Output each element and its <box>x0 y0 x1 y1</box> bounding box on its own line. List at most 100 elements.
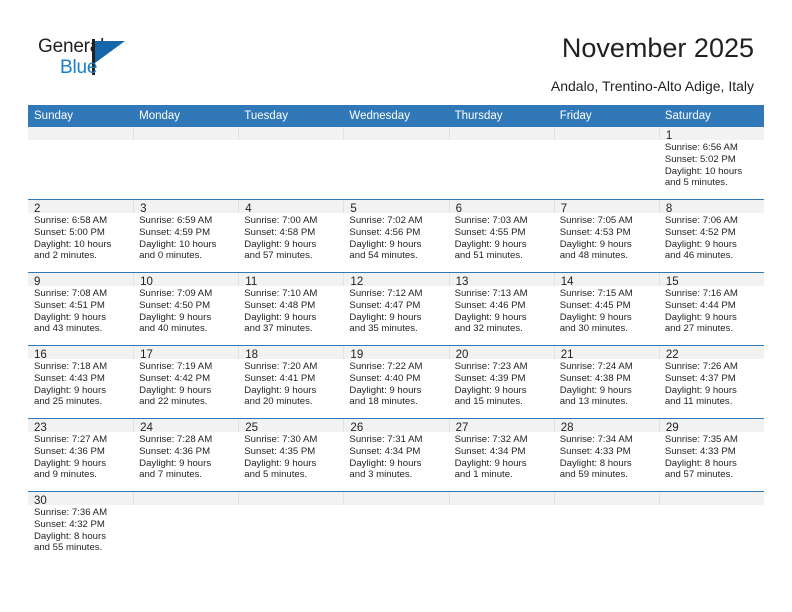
day-cell-inner: 5 Sunrise: 7:02 AM Sunset: 4:56 PM Daylight… <box>343 200 449 272</box>
day-cell-inner: 15 Sunrise: 7:16 AM Sunset: 4:44 PM Dayligh… <box>658 273 764 345</box>
day-cell-inner: 8 Sunrise: 7:06 AM Sunset: 4:52 PM Daylight… <box>658 200 764 272</box>
day-sun-info: Sunrise: 7:34 AM Sunset: 4:33 PM Daylight:… <box>554 432 659 481</box>
daylight-text: Daylight: 10 hours <box>34 238 112 250</box>
calendar-day-cell[interactable]: 19 Sunrise: 7:22 AM Sunset: 4:40 PM Dayligh… <box>343 345 449 419</box>
day-cell-inner: 29 Sunrise: 7:35 AM Sunset: 4:33 PM Dayligh… <box>658 419 764 491</box>
calendar-day-cell[interactable]: 12 Sunrise: 7:12 AM Sunset: 4:47 PM Dayligh… <box>343 272 449 346</box>
day-number: 14 <box>553 273 659 288</box>
daylight-text: Daylight: 9 hours <box>454 311 527 323</box>
calendar-day-cell[interactable]: 30 Sunrise: 7:36 AM Sunset: 4:32 PM Dayligh… <box>28 491 134 564</box>
sunrise-text: Sunrise: 7:35 AM <box>664 434 738 445</box>
sunrise-text: Sunrise: 7:09 AM <box>139 288 213 299</box>
day-cell-inner: 18 Sunrise: 7:20 AM Sunset: 4:41 PM Dayligh… <box>238 346 344 418</box>
calendar-day-cell[interactable]: 17 Sunrise: 7:19 AM Sunset: 4:42 PM Dayligh… <box>133 345 239 419</box>
day-cell-inner: 24 Sunrise: 7:28 AM Sunset: 4:36 PM Dayligh… <box>133 419 239 491</box>
calendar-day-cell[interactable]: 15 Sunrise: 7:16 AM Sunset: 4:44 PM Dayligh… <box>658 272 764 346</box>
calendar-day-cell[interactable]: 1 Sunrise: 6:56 AM Sunset: 5:02 PM Daylight… <box>658 127 764 200</box>
calendar-day-cell[interactable]: 7 Sunrise: 7:05 AM Sunset: 4:53 PM Daylight… <box>553 199 659 273</box>
calendar-day-cell[interactable]: 24 Sunrise: 7:28 AM Sunset: 4:36 PM Dayligh… <box>133 418 239 492</box>
day-cell-inner: 28 Sunrise: 7:34 AM Sunset: 4:33 PM Dayligh… <box>553 419 659 491</box>
sunset-text: Sunset: 4:35 PM <box>244 445 316 457</box>
daylight-text-cont: and 54 minutes. <box>349 250 418 262</box>
day-number <box>343 492 449 505</box>
calendar-week-row: 30 Sunrise: 7:36 AM Sunset: 4:32 PM Dayligh… <box>28 491 764 564</box>
day-number: 10 <box>133 273 239 288</box>
sunrise-text: Sunrise: 7:02 AM <box>349 215 423 226</box>
calendar-day-cell[interactable]: 18 Sunrise: 7:20 AM Sunset: 4:41 PM Dayligh… <box>238 345 344 419</box>
daylight-text: Daylight: 9 hours <box>244 457 317 469</box>
calendar-week-row: 9 Sunrise: 7:08 AM Sunset: 4:51 PM Daylight… <box>28 272 764 346</box>
day-sun-info: Sunrise: 6:56 AM Sunset: 5:02 PM Daylight:… <box>659 140 764 189</box>
sunset-text: Sunset: 4:38 PM <box>559 372 631 384</box>
day-number: 28 <box>553 419 659 434</box>
day-cell-inner: 16 Sunrise: 7:18 AM Sunset: 4:43 PM Dayligh… <box>28 346 134 418</box>
day-cell-inner: 25 Sunrise: 7:30 AM Sunset: 4:35 PM Dayligh… <box>238 419 344 491</box>
day-sun-info: Sunrise: 7:32 AM Sunset: 4:34 PM Daylight:… <box>449 432 554 481</box>
calendar-day-cell[interactable]: 11 Sunrise: 7:10 AM Sunset: 4:48 PM Dayligh… <box>238 272 344 346</box>
calendar-day-cell[interactable]: 26 Sunrise: 7:31 AM Sunset: 4:34 PM Dayligh… <box>343 418 449 492</box>
calendar-empty-cell <box>238 127 344 200</box>
sunset-text: Sunset: 4:59 PM <box>139 226 211 238</box>
daylight-text: Daylight: 9 hours <box>349 238 422 250</box>
calendar-day-cell[interactable]: 6 Sunrise: 7:03 AM Sunset: 4:55 PM Daylight… <box>448 199 554 273</box>
daylight-text: Daylight: 9 hours <box>454 384 527 396</box>
calendar-day-cell[interactable]: 2 Sunrise: 6:58 AM Sunset: 5:00 PM Daylight… <box>28 199 134 273</box>
day-sun-info: Sunrise: 7:24 AM Sunset: 4:38 PM Daylight:… <box>554 359 659 408</box>
sunset-text: Sunset: 4:40 PM <box>349 372 421 384</box>
calendar-day-cell[interactable]: 3 Sunrise: 6:59 AM Sunset: 4:59 PM Daylight… <box>133 199 239 273</box>
day-number: 6 <box>448 200 554 215</box>
calendar-day-cell[interactable]: 4 Sunrise: 7:00 AM Sunset: 4:58 PM Daylight… <box>238 199 344 273</box>
sunrise-text: Sunrise: 7:08 AM <box>34 288 108 299</box>
calendar-page: General Blue November 2025 Andalo, Trent… <box>0 0 792 612</box>
day-number: 13 <box>448 273 554 288</box>
calendar-empty-cell <box>658 491 764 564</box>
day-cell-inner: 27 Sunrise: 7:32 AM Sunset: 4:34 PM Dayligh… <box>448 419 554 491</box>
daylight-text: Daylight: 9 hours <box>244 238 317 250</box>
day-cell-inner <box>658 492 764 564</box>
calendar-day-cell[interactable]: 16 Sunrise: 7:18 AM Sunset: 4:43 PM Dayligh… <box>28 345 134 419</box>
daylight-text: Daylight: 9 hours <box>139 457 212 469</box>
day-number: 1 <box>658 127 764 142</box>
day-sun-info: Sunrise: 7:23 AM Sunset: 4:39 PM Daylight:… <box>449 359 554 408</box>
calendar-day-cell[interactable]: 22 Sunrise: 7:26 AM Sunset: 4:37 PM Dayligh… <box>658 345 764 419</box>
calendar-day-cell[interactable]: 29 Sunrise: 7:35 AM Sunset: 4:33 PM Dayligh… <box>658 418 764 492</box>
general-blue-logo[interactable]: General Blue <box>38 36 158 88</box>
day-number: 27 <box>448 419 554 434</box>
calendar-day-cell[interactable]: 5 Sunrise: 7:02 AM Sunset: 4:56 PM Daylight… <box>343 199 449 273</box>
calendar-day-cell[interactable]: 14 Sunrise: 7:15 AM Sunset: 4:45 PM Dayligh… <box>553 272 659 346</box>
calendar-day-cell[interactable]: 13 Sunrise: 7:13 AM Sunset: 4:46 PM Dayligh… <box>448 272 554 346</box>
calendar-day-cell[interactable]: 9 Sunrise: 7:08 AM Sunset: 4:51 PM Daylight… <box>28 272 134 346</box>
calendar-day-cell[interactable]: 23 Sunrise: 7:27 AM Sunset: 4:36 PM Dayligh… <box>28 418 134 492</box>
daylight-text: Daylight: 9 hours <box>349 384 422 396</box>
sunset-text: Sunset: 4:55 PM <box>454 226 526 238</box>
day-sun-info: Sunrise: 6:58 AM Sunset: 5:00 PM Daylight:… <box>28 213 133 262</box>
sunrise-text: Sunrise: 7:06 AM <box>664 215 738 226</box>
daylight-text-cont: and 20 minutes. <box>244 396 313 408</box>
sunrise-text: Sunrise: 7:23 AM <box>454 361 528 372</box>
calendar-day-cell[interactable]: 25 Sunrise: 7:30 AM Sunset: 4:35 PM Dayligh… <box>238 418 344 492</box>
calendar-empty-cell <box>133 127 239 200</box>
daylight-text-cont: and 30 minutes. <box>559 323 628 335</box>
sunrise-text: Sunrise: 7:00 AM <box>244 215 318 226</box>
day-number: 8 <box>658 200 764 215</box>
weekday-header-sunday: Sunday <box>28 105 134 127</box>
daylight-text-cont: and 25 minutes. <box>34 396 103 408</box>
day-number: 19 <box>343 346 449 361</box>
calendar-day-cell[interactable]: 28 Sunrise: 7:34 AM Sunset: 4:33 PM Dayligh… <box>553 418 659 492</box>
daylight-text: Daylight: 9 hours <box>664 384 737 396</box>
calendar-empty-cell <box>448 491 554 564</box>
calendar-day-cell[interactable]: 27 Sunrise: 7:32 AM Sunset: 4:34 PM Dayligh… <box>448 418 554 492</box>
calendar-day-cell[interactable]: 20 Sunrise: 7:23 AM Sunset: 4:39 PM Dayligh… <box>448 345 554 419</box>
sunset-text: Sunset: 4:45 PM <box>559 299 631 311</box>
daylight-text: Daylight: 9 hours <box>559 238 632 250</box>
sunset-text: Sunset: 4:34 PM <box>349 445 421 457</box>
calendar-day-cell[interactable]: 21 Sunrise: 7:24 AM Sunset: 4:38 PM Dayligh… <box>553 345 659 419</box>
calendar-day-cell[interactable]: 10 Sunrise: 7:09 AM Sunset: 4:50 PM Dayligh… <box>133 272 239 346</box>
calendar-day-cell[interactable]: 8 Sunrise: 7:06 AM Sunset: 4:52 PM Daylight… <box>658 199 764 273</box>
daylight-text-cont: and 15 minutes. <box>454 396 523 408</box>
daylight-text: Daylight: 8 hours <box>664 457 737 469</box>
day-cell-inner: 9 Sunrise: 7:08 AM Sunset: 4:51 PM Daylight… <box>28 273 134 345</box>
daylight-text: Daylight: 9 hours <box>454 238 527 250</box>
daylight-text-cont: and 7 minutes. <box>139 469 203 481</box>
day-number: 3 <box>133 200 239 215</box>
